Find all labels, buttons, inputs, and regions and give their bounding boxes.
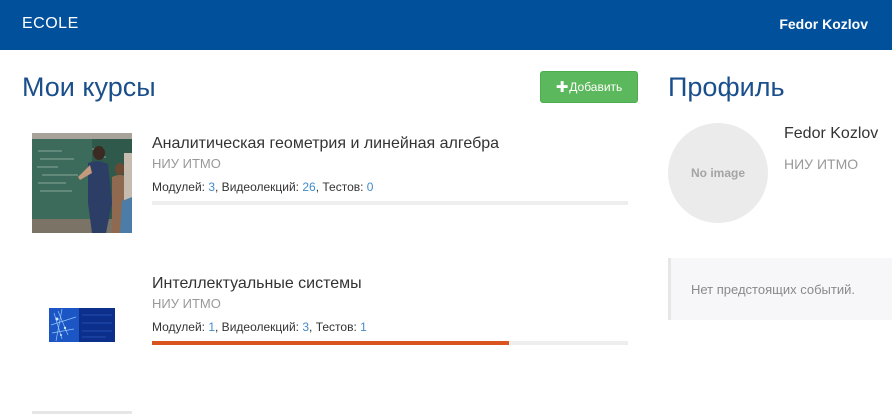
profile-name[interactable]: Fedor Kozlov: [784, 125, 878, 143]
tests-count: 0: [366, 180, 374, 194]
add-course-button-label: Добавить: [569, 80, 623, 94]
brand-logo[interactable]: ECOLE: [22, 15, 79, 33]
course-stats: Модулей: 3, Видеолекций: 26, Тестов: 0: [152, 180, 373, 194]
tests-count: 1: [360, 320, 367, 334]
top-navbar: ECOLE Fedor Kozlov: [0, 0, 892, 50]
modules-label: Модулей:: [152, 180, 209, 194]
profile-organization: НИУ ИТМО: [784, 156, 859, 172]
no-events-message: Нет предстоящих событий.: [691, 282, 855, 297]
videos-label: , Видеолекций:: [215, 320, 303, 334]
tests-label: , Тестов:: [315, 180, 367, 194]
tests-label: , Тестов:: [309, 320, 361, 334]
course-progress-fill: [152, 341, 509, 345]
course-item[interactable]: Интеллектуальные системы НИУ ИТМО Модуле…: [0, 271, 640, 381]
upcoming-events-panel: Нет предстоящих событий.: [668, 258, 892, 320]
course-title[interactable]: Аналитическая геометрия и линейная алгеб…: [152, 135, 499, 153]
course-organization: НИУ ИТМО: [152, 156, 221, 171]
course-stats: Модулей: 1, Видеолекций: 3, Тестов: 1: [152, 320, 367, 334]
modules-label: Модулей:: [152, 320, 209, 334]
videos-label: , Видеолекций:: [215, 180, 303, 194]
course-progress-bar: [152, 201, 628, 205]
course-organization: НИУ ИТМО: [152, 296, 221, 311]
course-thumbnail[interactable]: [32, 273, 132, 373]
avatar-placeholder-text: No image: [690, 166, 745, 180]
avatar[interactable]: No image: [668, 123, 768, 223]
videos-count: 26: [302, 180, 316, 194]
course-title[interactable]: Интеллектуальные системы: [152, 275, 362, 293]
course-progress-bar: [152, 341, 628, 345]
course-item[interactable]: Аналитическая геометрия и линейная алгеб…: [0, 131, 640, 241]
plus-icon: ✚: [555, 78, 569, 96]
course-thumbnail[interactable]: [32, 133, 132, 233]
user-menu-link[interactable]: Fedor Kozlov: [779, 16, 868, 32]
courses-section-title: Мои курсы: [22, 72, 156, 102]
modules-count: 3: [208, 180, 216, 194]
add-course-button[interactable]: ✚ Добавить: [540, 71, 638, 103]
profile-section-title: Профиль: [668, 72, 785, 102]
modules-count: 1: [208, 320, 216, 334]
